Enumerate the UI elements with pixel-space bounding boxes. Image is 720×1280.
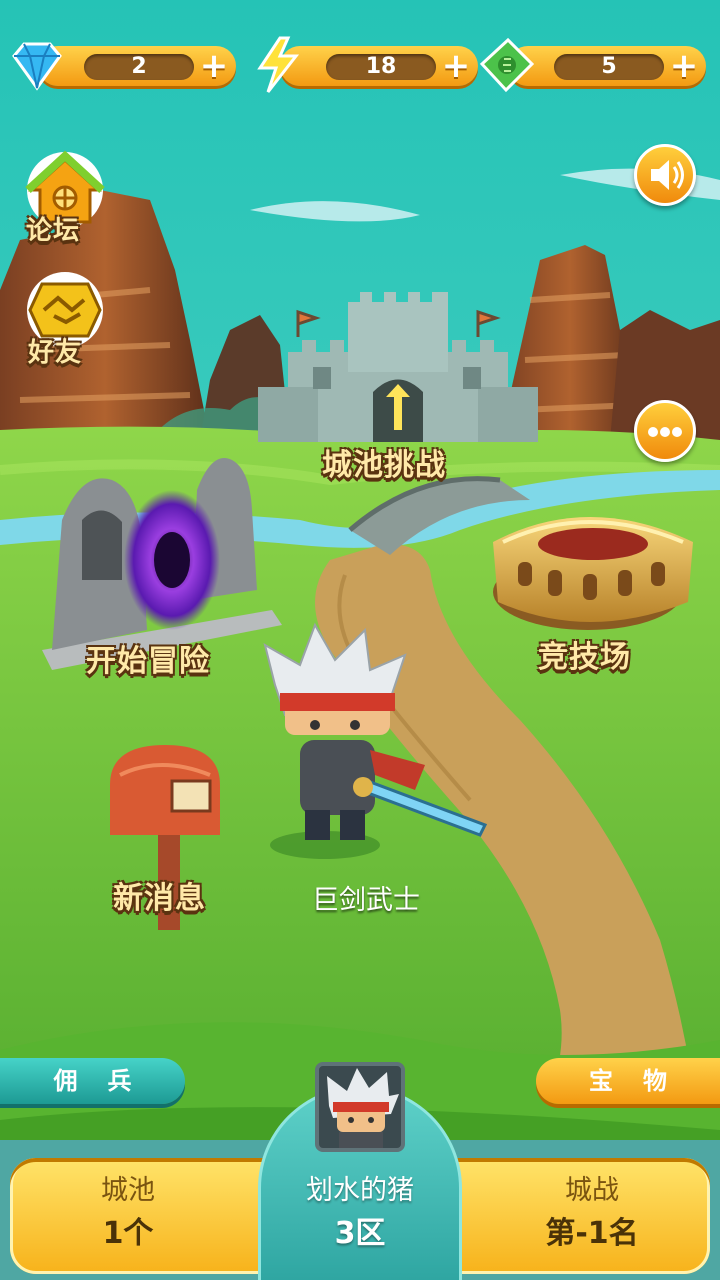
energy-resource: 18 + <box>250 36 480 93</box>
player-name: 划水的猪 <box>306 1175 414 1206</box>
cash-count: 5 <box>554 54 664 80</box>
city-title: 城池 <box>101 1175 155 1206</box>
resource-bar: 18 + <box>280 46 478 86</box>
add-cash-button[interactable]: + <box>668 49 700 83</box>
diamond-count: 2 <box>84 54 194 80</box>
start-adventure-label[interactable]: 开始冒险 <box>86 636 210 680</box>
speaker-icon <box>651 160 684 190</box>
resource-bar: 2 + <box>38 46 236 86</box>
mercenary-tab[interactable]: 佣兵 <box>0 1058 185 1104</box>
diamond-icon <box>12 42 62 91</box>
new-message-label[interactable]: 新消息 <box>113 873 206 917</box>
more-options-button[interactable] <box>634 400 696 462</box>
mailbox[interactable] <box>110 745 220 875</box>
diamond-resource: 2 + <box>8 42 238 91</box>
hero-character[interactable] <box>255 625 495 860</box>
add-energy-button[interactable]: + <box>440 49 472 83</box>
forum-label: 论坛 <box>26 216 81 246</box>
player-avatar[interactable] <box>315 1062 405 1152</box>
hero-portrait-icon <box>327 1068 399 1148</box>
city-war-rank: 第-1名 <box>545 1216 639 1251</box>
castle-challenge-label[interactable]: 城池挑战 <box>322 440 446 484</box>
cash-resource: 5 + <box>478 37 708 93</box>
city-war-title: 城战 <box>565 1175 619 1206</box>
treasure-tab[interactable]: 宝物 <box>536 1058 720 1104</box>
friends-label: 好友 <box>28 338 83 368</box>
arena-building[interactable] <box>493 482 693 632</box>
lightning-icon <box>257 36 300 93</box>
add-diamonds-button[interactable]: + <box>198 49 230 83</box>
forum-button[interactable]: 论坛 <box>22 150 112 250</box>
energy-count: 18 <box>326 54 436 80</box>
arena-label[interactable]: 竞技场 <box>538 632 631 676</box>
hero-name-label: 巨剑武士 <box>312 885 420 916</box>
city-count: 1个 <box>102 1216 154 1251</box>
server-zone: 3区 <box>334 1216 386 1251</box>
resource-bar: 5 + <box>508 46 706 86</box>
cash-icon <box>479 37 535 93</box>
sound-button[interactable] <box>634 144 696 206</box>
friends-button[interactable]: 好友 <box>22 270 112 374</box>
more-dots-icon <box>648 427 682 437</box>
